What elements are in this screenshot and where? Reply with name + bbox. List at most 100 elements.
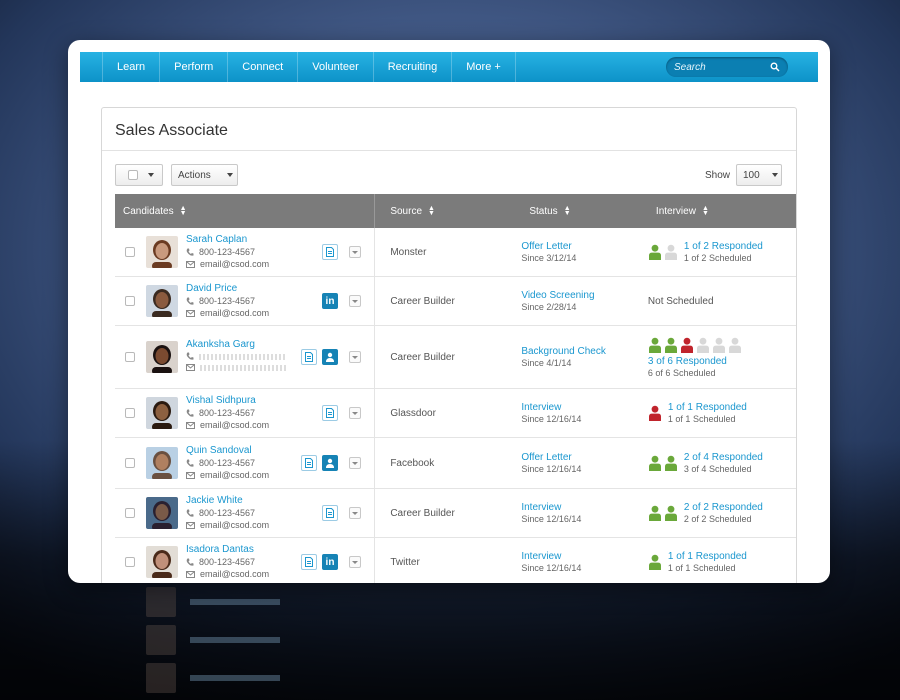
responded-link[interactable]: 1 of 1 Responded xyxy=(668,402,747,413)
scheduled-label: 1 of 1 Scheduled xyxy=(667,563,736,573)
sort-icon: ▲ ▼ xyxy=(179,204,187,217)
interviewer-icon xyxy=(680,337,693,353)
table-row[interactable]: Vishal Sidhpura 800-123-4567 email@csod.co… xyxy=(115,388,796,438)
avatar[interactable] xyxy=(146,236,178,268)
show-label: Show xyxy=(704,170,730,181)
row-checkbox[interactable] xyxy=(125,352,135,362)
table-row[interactable]: Quin Sandoval 800-123-4567 email@csod.com F… xyxy=(115,437,796,489)
row-menu-button[interactable] xyxy=(349,507,361,519)
search-icon[interactable] xyxy=(770,62,780,72)
source-cell: Career Builder xyxy=(374,276,522,326)
candidate-phone: 800-123-4567 xyxy=(186,508,255,518)
avatar[interactable] xyxy=(146,341,178,373)
responded-link[interactable]: 1 of 1 Responded xyxy=(668,551,747,562)
select-all-dropdown[interactable] xyxy=(115,164,163,186)
column-header-status[interactable]: Status ▲ ▼ xyxy=(521,194,648,228)
avatar[interactable] xyxy=(146,397,178,429)
candidate-email: email@csod.com xyxy=(186,470,269,480)
row-checkbox[interactable] xyxy=(125,508,135,518)
nav-item-recruiting[interactable]: Recruiting xyxy=(374,52,453,82)
interviewer-icons xyxy=(648,405,662,421)
source-cell: Facebook xyxy=(374,437,522,489)
row-checkbox[interactable] xyxy=(125,296,135,306)
row-checkbox[interactable] xyxy=(125,247,135,257)
nav-item-volunteer[interactable]: Volunteer xyxy=(298,52,374,82)
table-row[interactable]: Akanksha Garg Career Builder Background Ch… xyxy=(115,325,796,389)
table-row[interactable]: David Price 800-123-4567 email@csod.com in C… xyxy=(115,276,796,326)
column-header-candidates[interactable]: Candidates ▲ ▼ xyxy=(115,194,376,228)
responded-link[interactable]: 3 of 6 Responded xyxy=(648,356,796,367)
profile-icon[interactable] xyxy=(322,455,338,471)
candidate-name[interactable]: Isadora Dantas xyxy=(186,544,254,555)
status-link[interactable]: Interview xyxy=(521,551,648,562)
resume-icon[interactable] xyxy=(301,455,317,471)
table-row[interactable]: Sarah Caplan 800-123-4567 email@csod.com Mo… xyxy=(115,228,796,277)
candidate-name[interactable]: Vishal Sidhpura xyxy=(186,395,256,406)
row-menu-button[interactable] xyxy=(349,351,361,363)
table-row[interactable]: Jackie White 800-123-4567 email@csod.com Ca… xyxy=(115,488,796,538)
avatar[interactable] xyxy=(146,447,178,479)
row-checkbox[interactable] xyxy=(125,408,135,418)
candidate-name[interactable]: David Price xyxy=(186,283,237,294)
status-link[interactable]: Offer Letter xyxy=(521,452,648,463)
candidate-cell: Sarah Caplan 800-123-4567 email@csod.com xyxy=(115,228,376,277)
interviewer-icon xyxy=(728,337,741,353)
column-header-source[interactable]: Source ▲ ▼ xyxy=(374,194,522,228)
candidate-name[interactable]: Sarah Caplan xyxy=(186,234,247,245)
status-link[interactable]: Interview xyxy=(521,402,648,413)
phone-icon xyxy=(186,558,194,566)
row-menu-button[interactable] xyxy=(349,457,361,469)
chevron-down-icon xyxy=(148,173,154,177)
candidate-cell: Jackie White 800-123-4567 email@csod.com xyxy=(115,488,376,538)
candidate-name[interactable]: Akanksha Garg xyxy=(186,339,255,350)
avatar[interactable] xyxy=(146,285,178,317)
candidate-phone: 800-123-4567 xyxy=(186,557,255,567)
candidate-name[interactable]: Jackie White xyxy=(186,495,243,506)
row-menu-button[interactable] xyxy=(349,556,361,568)
search-input[interactable] xyxy=(674,61,770,73)
table-row[interactable]: Isadora Dantas 800-123-4567 email@csod.com… xyxy=(115,537,796,583)
responded-link[interactable]: 2 of 4 Responded xyxy=(684,452,763,463)
row-menu-button[interactable] xyxy=(349,295,361,307)
linkedin-icon[interactable]: in xyxy=(322,554,338,570)
status-link[interactable]: Video Screening xyxy=(521,290,648,301)
page-size-select[interactable]: 100 xyxy=(736,164,782,186)
row-menu-button[interactable] xyxy=(349,246,361,258)
interviewer-icon xyxy=(664,455,677,471)
status-link[interactable]: Offer Letter xyxy=(521,241,648,252)
nav-item-learn[interactable]: Learn xyxy=(103,52,161,82)
phone-icon xyxy=(186,509,194,517)
select-all-checkbox[interactable] xyxy=(128,170,138,180)
linkedin-icon[interactable]: in xyxy=(322,293,338,309)
avatar[interactable] xyxy=(146,497,178,529)
nav-item-perform[interactable]: Perform xyxy=(160,52,229,82)
row-checkbox[interactable] xyxy=(125,557,135,567)
row-checkbox[interactable] xyxy=(125,458,135,468)
resume-icon[interactable] xyxy=(301,554,317,570)
chevron-down-icon xyxy=(352,411,358,415)
column-header-interview[interactable]: Interview ▲ ▼ xyxy=(647,194,796,228)
resume-icon[interactable] xyxy=(322,505,338,521)
sort-icon: ▲ ▼ xyxy=(428,204,435,217)
resume-icon[interactable] xyxy=(322,244,338,260)
resume-icon[interactable] xyxy=(322,405,338,421)
sort-icon: ▲ ▼ xyxy=(563,204,571,217)
sort-icon: ▲ ▼ xyxy=(701,204,709,217)
actions-dropdown[interactable]: Actions xyxy=(171,164,238,186)
avatar[interactable] xyxy=(146,546,178,578)
profile-icon[interactable] xyxy=(322,349,338,365)
nav-item-more[interactable]: More + xyxy=(452,52,516,82)
resume-icon[interactable] xyxy=(301,349,317,365)
row-menu-button[interactable] xyxy=(349,407,361,419)
candidate-name[interactable]: Quin Sandoval xyxy=(186,445,252,456)
status-link[interactable]: Interview xyxy=(521,502,648,513)
title-divider xyxy=(102,150,796,151)
interview-cell: 1 of 1 Responded 1 of 1 Scheduled xyxy=(647,537,796,583)
source-cell: Twitter xyxy=(374,537,522,583)
chevron-down-icon xyxy=(226,173,233,177)
responded-link[interactable]: 1 of 2 Responded xyxy=(684,241,763,252)
status-link[interactable]: Background Check xyxy=(521,346,648,357)
status-since: Since 2/28/14 xyxy=(521,302,577,312)
responded-link[interactable]: 2 of 2 Responded xyxy=(684,502,763,513)
nav-item-connect[interactable]: Connect xyxy=(228,52,299,82)
